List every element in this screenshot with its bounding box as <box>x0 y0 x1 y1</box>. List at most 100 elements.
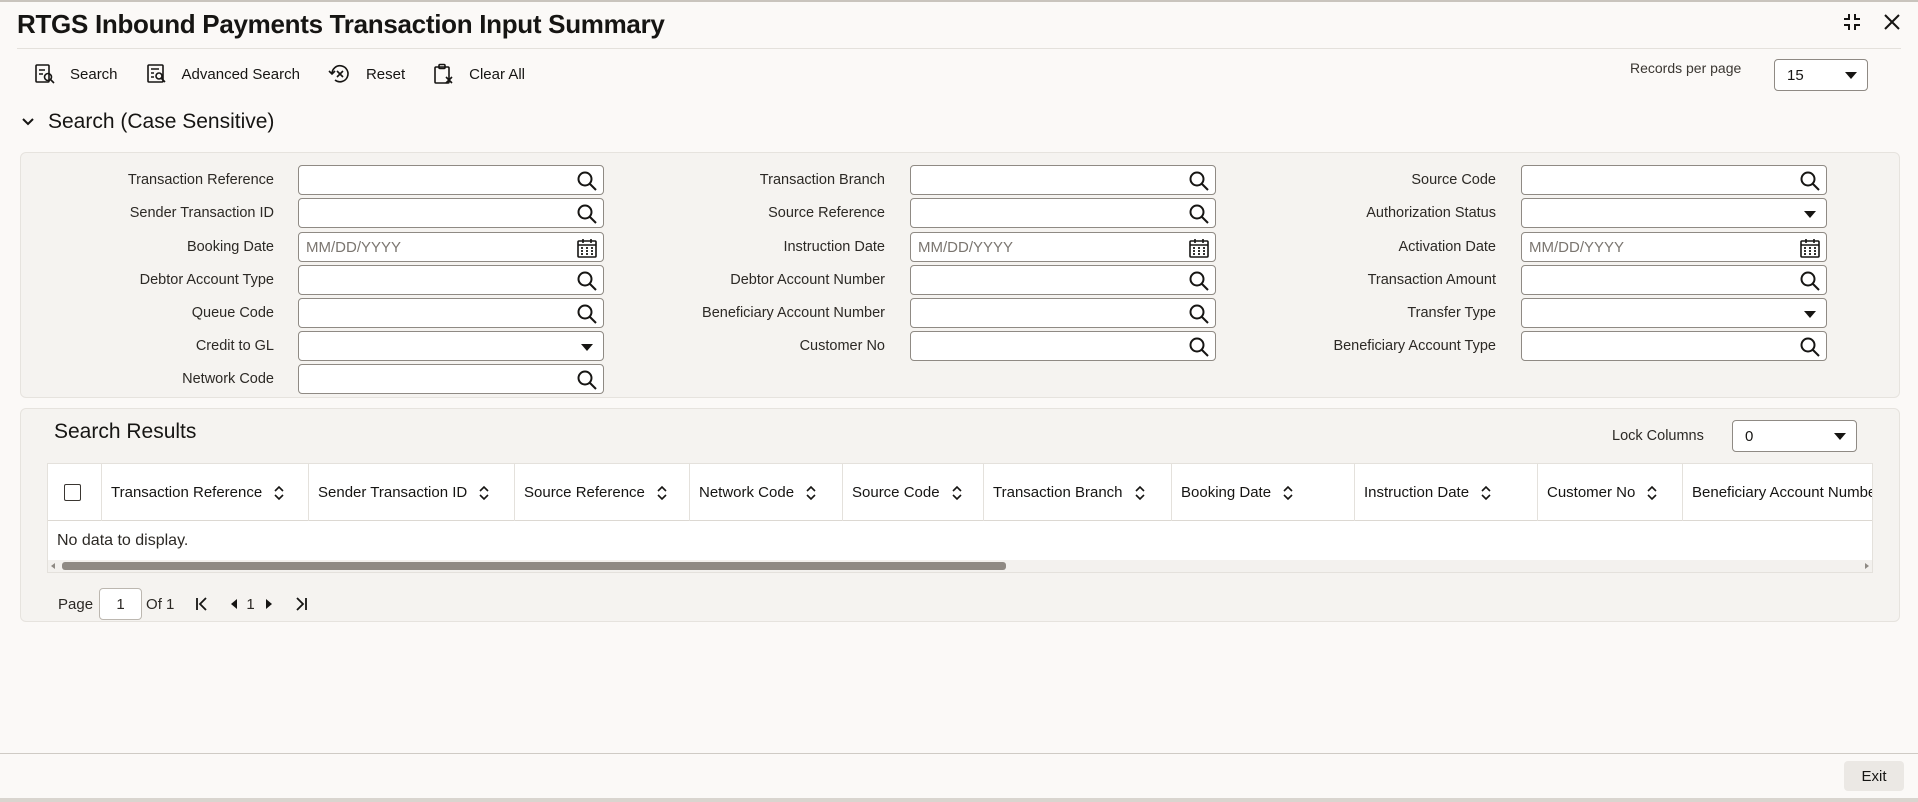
clear-all-button[interactable]: Clear All <box>433 63 525 85</box>
records-per-page-value: 15 <box>1787 66 1804 84</box>
chevron-down-icon <box>1804 211 1816 218</box>
sort-icon[interactable] <box>1281 485 1295 501</box>
records-per-page-select[interactable]: 15 <box>1774 59 1868 91</box>
transfer-type-select[interactable] <box>1521 298 1827 328</box>
column-header-label: Network Code <box>699 484 795 501</box>
scrollbar-thumb[interactable] <box>62 562 1006 570</box>
close-icon[interactable] <box>1880 10 1904 34</box>
queue-code-input[interactable] <box>298 298 604 328</box>
bottom-strip <box>0 798 1918 802</box>
scroll-right-icon[interactable] <box>1865 563 1869 569</box>
column-header-label: Customer No <box>1547 484 1636 501</box>
exit-button[interactable]: Exit <box>1844 761 1904 791</box>
clear-all-button-label: Clear All <box>469 65 525 83</box>
beneficiary-account-number-input[interactable] <box>910 298 1216 328</box>
col-sender-transaction-id[interactable]: Sender Transaction ID <box>309 464 515 521</box>
credit-to-gl-select[interactable] <box>298 331 604 361</box>
source-reference-label: Source Reference <box>768 205 885 221</box>
calendar-icon[interactable] <box>576 237 598 259</box>
horizontal-scrollbar[interactable] <box>48 560 1872 572</box>
sort-icon[interactable] <box>1133 485 1147 501</box>
instruction-date-input[interactable]: MM/DD/YYYY <box>910 232 1216 262</box>
col-source-reference[interactable]: Source Reference <box>515 464 690 521</box>
activation-date-input[interactable]: MM/DD/YYYY <box>1521 232 1827 262</box>
network-code-input[interactable] <box>298 364 604 394</box>
col-source-code[interactable]: Source Code <box>843 464 984 521</box>
advanced-search-button-label: Advanced Search <box>181 65 300 83</box>
select-all-column <box>48 464 102 521</box>
network-code-label: Network Code <box>182 371 274 387</box>
lock-columns-select[interactable]: 0 <box>1732 420 1857 452</box>
search-icon[interactable] <box>576 303 598 325</box>
reset-icon <box>328 64 349 83</box>
first-page-icon[interactable] <box>194 596 210 612</box>
chevron-down-icon <box>22 118 34 126</box>
transaction-branch-input[interactable] <box>910 165 1216 195</box>
search-section-toggle[interactable]: Search (Case Sensitive) <box>20 110 274 134</box>
sort-icon[interactable] <box>1645 485 1659 501</box>
search-icon[interactable] <box>1188 270 1210 292</box>
search-section-title: Search (Case Sensitive) <box>48 110 275 133</box>
queue-code-label: Queue Code <box>191 305 274 321</box>
next-page-icon[interactable] <box>261 596 277 612</box>
transaction-amount-input[interactable] <box>1521 265 1827 295</box>
debtor-account-type-input[interactable] <box>298 265 604 295</box>
calendar-icon[interactable] <box>1799 237 1821 259</box>
search-icon[interactable] <box>1188 203 1210 225</box>
sort-icon[interactable] <box>477 485 491 501</box>
select-all-checkbox[interactable] <box>64 484 81 501</box>
records-per-page-label: Records per page <box>1630 60 1742 76</box>
scroll-left-icon[interactable] <box>51 563 55 569</box>
col-transaction-branch[interactable]: Transaction Branch <box>984 464 1172 521</box>
previous-page-icon[interactable] <box>226 596 242 612</box>
sort-icon[interactable] <box>272 485 286 501</box>
search-button[interactable]: Search <box>34 63 118 85</box>
calendar-icon[interactable] <box>1188 237 1210 259</box>
maximize-icon[interactable] <box>1840 10 1864 34</box>
search-icon[interactable] <box>1188 170 1210 192</box>
col-beneficiary-account-number[interactable]: Beneficiary Account Numbe <box>1683 464 1872 521</box>
booking-date-input[interactable]: MM/DD/YYYY <box>298 232 604 262</box>
source-reference-input[interactable] <box>910 198 1216 228</box>
search-icon[interactable] <box>576 270 598 292</box>
last-page-icon[interactable] <box>293 596 309 612</box>
search-icon[interactable] <box>576 369 598 391</box>
sort-icon[interactable] <box>655 485 669 501</box>
debtor-account-number-input[interactable] <box>910 265 1216 295</box>
authorization-status-select[interactable] <box>1521 198 1827 228</box>
reset-button[interactable]: Reset <box>328 63 405 85</box>
sender-transaction-id-input[interactable] <box>298 198 604 228</box>
advanced-search-button[interactable]: Advanced Search <box>146 63 300 85</box>
lock-columns-value: 0 <box>1745 427 1754 445</box>
transaction-reference-label: Transaction Reference <box>127 172 274 188</box>
footer-divider <box>0 753 1918 754</box>
source-code-input[interactable] <box>1521 165 1827 195</box>
instruction-date-placeholder: MM/DD/YYYY <box>918 238 1014 256</box>
search-icon[interactable] <box>1188 303 1210 325</box>
col-transaction-reference[interactable]: Transaction Reference <box>102 464 309 521</box>
beneficiary-account-type-input[interactable] <box>1521 331 1827 361</box>
chevron-down-icon <box>1804 311 1816 318</box>
customer-no-input[interactable] <box>910 331 1216 361</box>
column-header-label: Instruction Date <box>1364 484 1470 501</box>
credit-to-gl-label: Credit to GL <box>195 338 274 354</box>
col-customer-no[interactable]: Customer No <box>1538 464 1683 521</box>
sort-icon[interactable] <box>950 485 964 501</box>
page-number-input[interactable]: 1 <box>99 588 143 620</box>
column-header-label: Source Code <box>852 484 940 501</box>
col-instruction-date[interactable]: Instruction Date <box>1355 464 1538 521</box>
empty-message: No data to display. <box>57 532 189 549</box>
debtor-account-number-label: Debtor Account Number <box>730 272 885 288</box>
transaction-reference-input[interactable] <box>298 165 604 195</box>
search-icon[interactable] <box>1799 270 1821 292</box>
search-icon[interactable] <box>576 170 598 192</box>
transfer-type-label: Transfer Type <box>1407 305 1496 321</box>
search-icon[interactable] <box>1799 170 1821 192</box>
sort-icon[interactable] <box>1479 485 1493 501</box>
sort-icon[interactable] <box>804 485 818 501</box>
search-icon[interactable] <box>1799 336 1821 358</box>
col-booking-date[interactable]: Booking Date <box>1172 464 1355 521</box>
search-icon[interactable] <box>576 203 598 225</box>
search-icon[interactable] <box>1188 336 1210 358</box>
col-network-code[interactable]: Network Code <box>690 464 843 521</box>
